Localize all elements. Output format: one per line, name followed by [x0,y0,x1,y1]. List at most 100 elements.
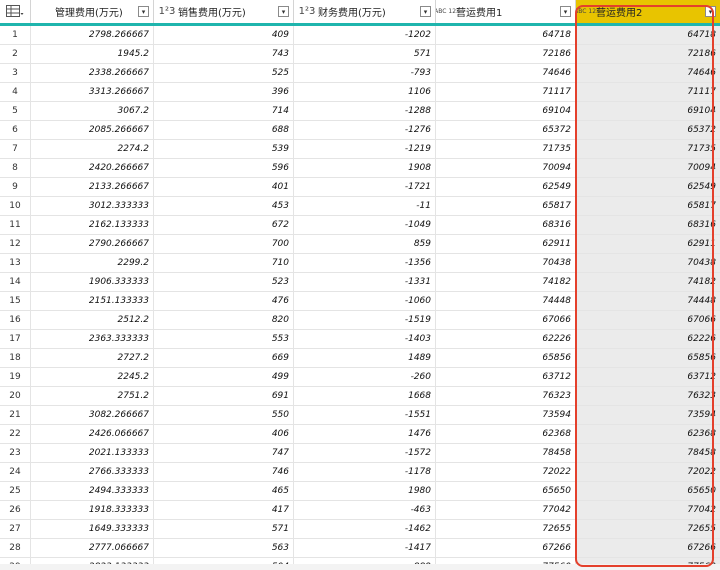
table-row[interactable]: 8 2420.266667 596 1908 70094 70094 [0,159,720,178]
table-cell[interactable]: 1649.333333 [31,520,154,538]
table-cell[interactable]: 669 [154,349,294,367]
table-cell[interactable]: 596 [154,159,294,177]
table-cell[interactable]: 67266 [576,539,720,557]
column-header-1[interactable]: 管理费用(万元) ▾ [31,0,154,23]
row-number[interactable]: 18 [0,349,31,367]
table-cell[interactable]: 3067.2 [31,102,154,120]
table-cell[interactable]: 2512.2 [31,311,154,329]
table-cell[interactable]: 1908 [294,159,436,177]
table-row[interactable]: 9 2133.266667 401 -1721 62549 62549 [0,178,720,197]
table-cell[interactable]: 409 [154,26,294,44]
table-cell[interactable]: 553 [154,330,294,348]
table-cell[interactable]: 70094 [576,159,720,177]
row-number[interactable]: 25 [0,482,31,500]
table-cell[interactable]: -260 [294,368,436,386]
table-cell[interactable]: 78458 [436,444,576,462]
row-number[interactable]: 10 [0,197,31,215]
table-cell[interactable]: 2021.133333 [31,444,154,462]
table-cell[interactable]: -1049 [294,216,436,234]
row-number[interactable]: 26 [0,501,31,519]
table-row[interactable]: 20 2751.2 691 1668 76323 76323 [0,387,720,406]
table-cell[interactable]: 72655 [576,520,720,538]
table-cell[interactable]: 64718 [576,26,720,44]
row-number[interactable]: 14 [0,273,31,291]
table-cell[interactable]: -1060 [294,292,436,310]
table-cell[interactable]: 710 [154,254,294,272]
row-number[interactable]: 21 [0,406,31,424]
table-cell[interactable]: 65650 [436,482,576,500]
table-cell[interactable]: 743 [154,45,294,63]
row-number[interactable]: 16 [0,311,31,329]
table-cell[interactable]: 523 [154,273,294,291]
table-cell[interactable]: 2162.133333 [31,216,154,234]
column-header-4[interactable]: ABC 123 营运费用1 ▾ [436,0,576,23]
table-cell[interactable]: 3012.333333 [31,197,154,215]
row-number[interactable]: 1 [0,26,31,44]
table-row[interactable]: 4 3313.266667 396 1106 71117 71117 [0,83,720,102]
row-number[interactable]: 24 [0,463,31,481]
table-cell[interactable]: 71735 [576,140,720,158]
table-cell[interactable]: 859 [294,235,436,253]
table-cell[interactable]: 2426.066667 [31,425,154,443]
table-cell[interactable]: 72186 [576,45,720,63]
table-cell[interactable]: 539 [154,140,294,158]
table-cell[interactable]: -1288 [294,102,436,120]
table-row[interactable]: 27 1649.333333 571 -1462 72655 72655 [0,520,720,539]
column-header-5[interactable]: ABC 123 营运费用2 ▾ [576,0,720,23]
table-cell[interactable]: 2363.333333 [31,330,154,348]
table-cell[interactable]: 571 [154,520,294,538]
table-cell[interactable]: 2494.333333 [31,482,154,500]
table-cell[interactable]: 74448 [576,292,720,310]
table-cell[interactable]: 72022 [576,463,720,481]
table-cell[interactable]: 820 [154,311,294,329]
table-cell[interactable]: 571 [294,45,436,63]
table-row[interactable]: 25 2494.333333 465 1980 65650 65650 [0,482,720,501]
table-cell[interactable]: -1417 [294,539,436,557]
table-row[interactable]: 1 2798.266667 409 -1202 64718 64718 [0,26,720,45]
table-cell[interactable]: 406 [154,425,294,443]
table-row[interactable]: 10 3012.333333 453 -11 65817 65817 [0,197,720,216]
table-row[interactable]: 17 2363.333333 553 -1403 62226 62226 [0,330,720,349]
table-row[interactable]: 3 2338.266667 525 -793 74646 74646 [0,64,720,83]
table-cell[interactable]: 2777.066667 [31,539,154,557]
table-cell[interactable]: 62911 [436,235,576,253]
filter-dropdown-icon[interactable]: ▾ [278,6,289,17]
table-cell[interactable]: 77042 [436,501,576,519]
table-row[interactable]: 19 2245.2 499 -260 63712 63712 [0,368,720,387]
row-number[interactable]: 7 [0,140,31,158]
table-cell[interactable]: 73594 [436,406,576,424]
table-cell[interactable]: 2085.266667 [31,121,154,139]
table-cell[interactable]: 67266 [436,539,576,557]
table-row[interactable]: 23 2021.133333 747 -1572 78458 78458 [0,444,720,463]
table-menu-button[interactable] [0,0,31,23]
filter-dropdown-icon[interactable]: ▾ [420,6,431,17]
table-row[interactable]: 5 3067.2 714 -1288 69104 69104 [0,102,720,121]
table-cell[interactable]: -1219 [294,140,436,158]
table-row[interactable]: 21 3082.266667 550 -1551 73594 73594 [0,406,720,425]
table-cell[interactable]: 72022 [436,463,576,481]
row-number[interactable]: 8 [0,159,31,177]
table-cell[interactable]: -1331 [294,273,436,291]
table-cell[interactable]: 74646 [576,64,720,82]
table-cell[interactable]: 2338.266667 [31,64,154,82]
table-cell[interactable]: 65856 [436,349,576,367]
table-cell[interactable]: 73594 [576,406,720,424]
table-cell[interactable]: 1476 [294,425,436,443]
table-cell[interactable]: 3313.266667 [31,83,154,101]
table-cell[interactable]: 2420.266667 [31,159,154,177]
table-cell[interactable]: 74182 [576,273,720,291]
table-cell[interactable]: 65372 [436,121,576,139]
table-cell[interactable]: 65856 [576,349,720,367]
table-cell[interactable]: 74646 [436,64,576,82]
table-cell[interactable]: 2151.133333 [31,292,154,310]
horizontal-scrollbar[interactable] [0,564,720,570]
table-cell[interactable]: 453 [154,197,294,215]
table-cell[interactable]: 62368 [436,425,576,443]
table-cell[interactable]: 691 [154,387,294,405]
table-cell[interactable]: 2798.266667 [31,26,154,44]
table-cell[interactable]: 65650 [576,482,720,500]
table-cell[interactable]: 70094 [436,159,576,177]
row-number[interactable]: 5 [0,102,31,120]
table-cell[interactable]: 70438 [436,254,576,272]
table-cell[interactable]: -1721 [294,178,436,196]
